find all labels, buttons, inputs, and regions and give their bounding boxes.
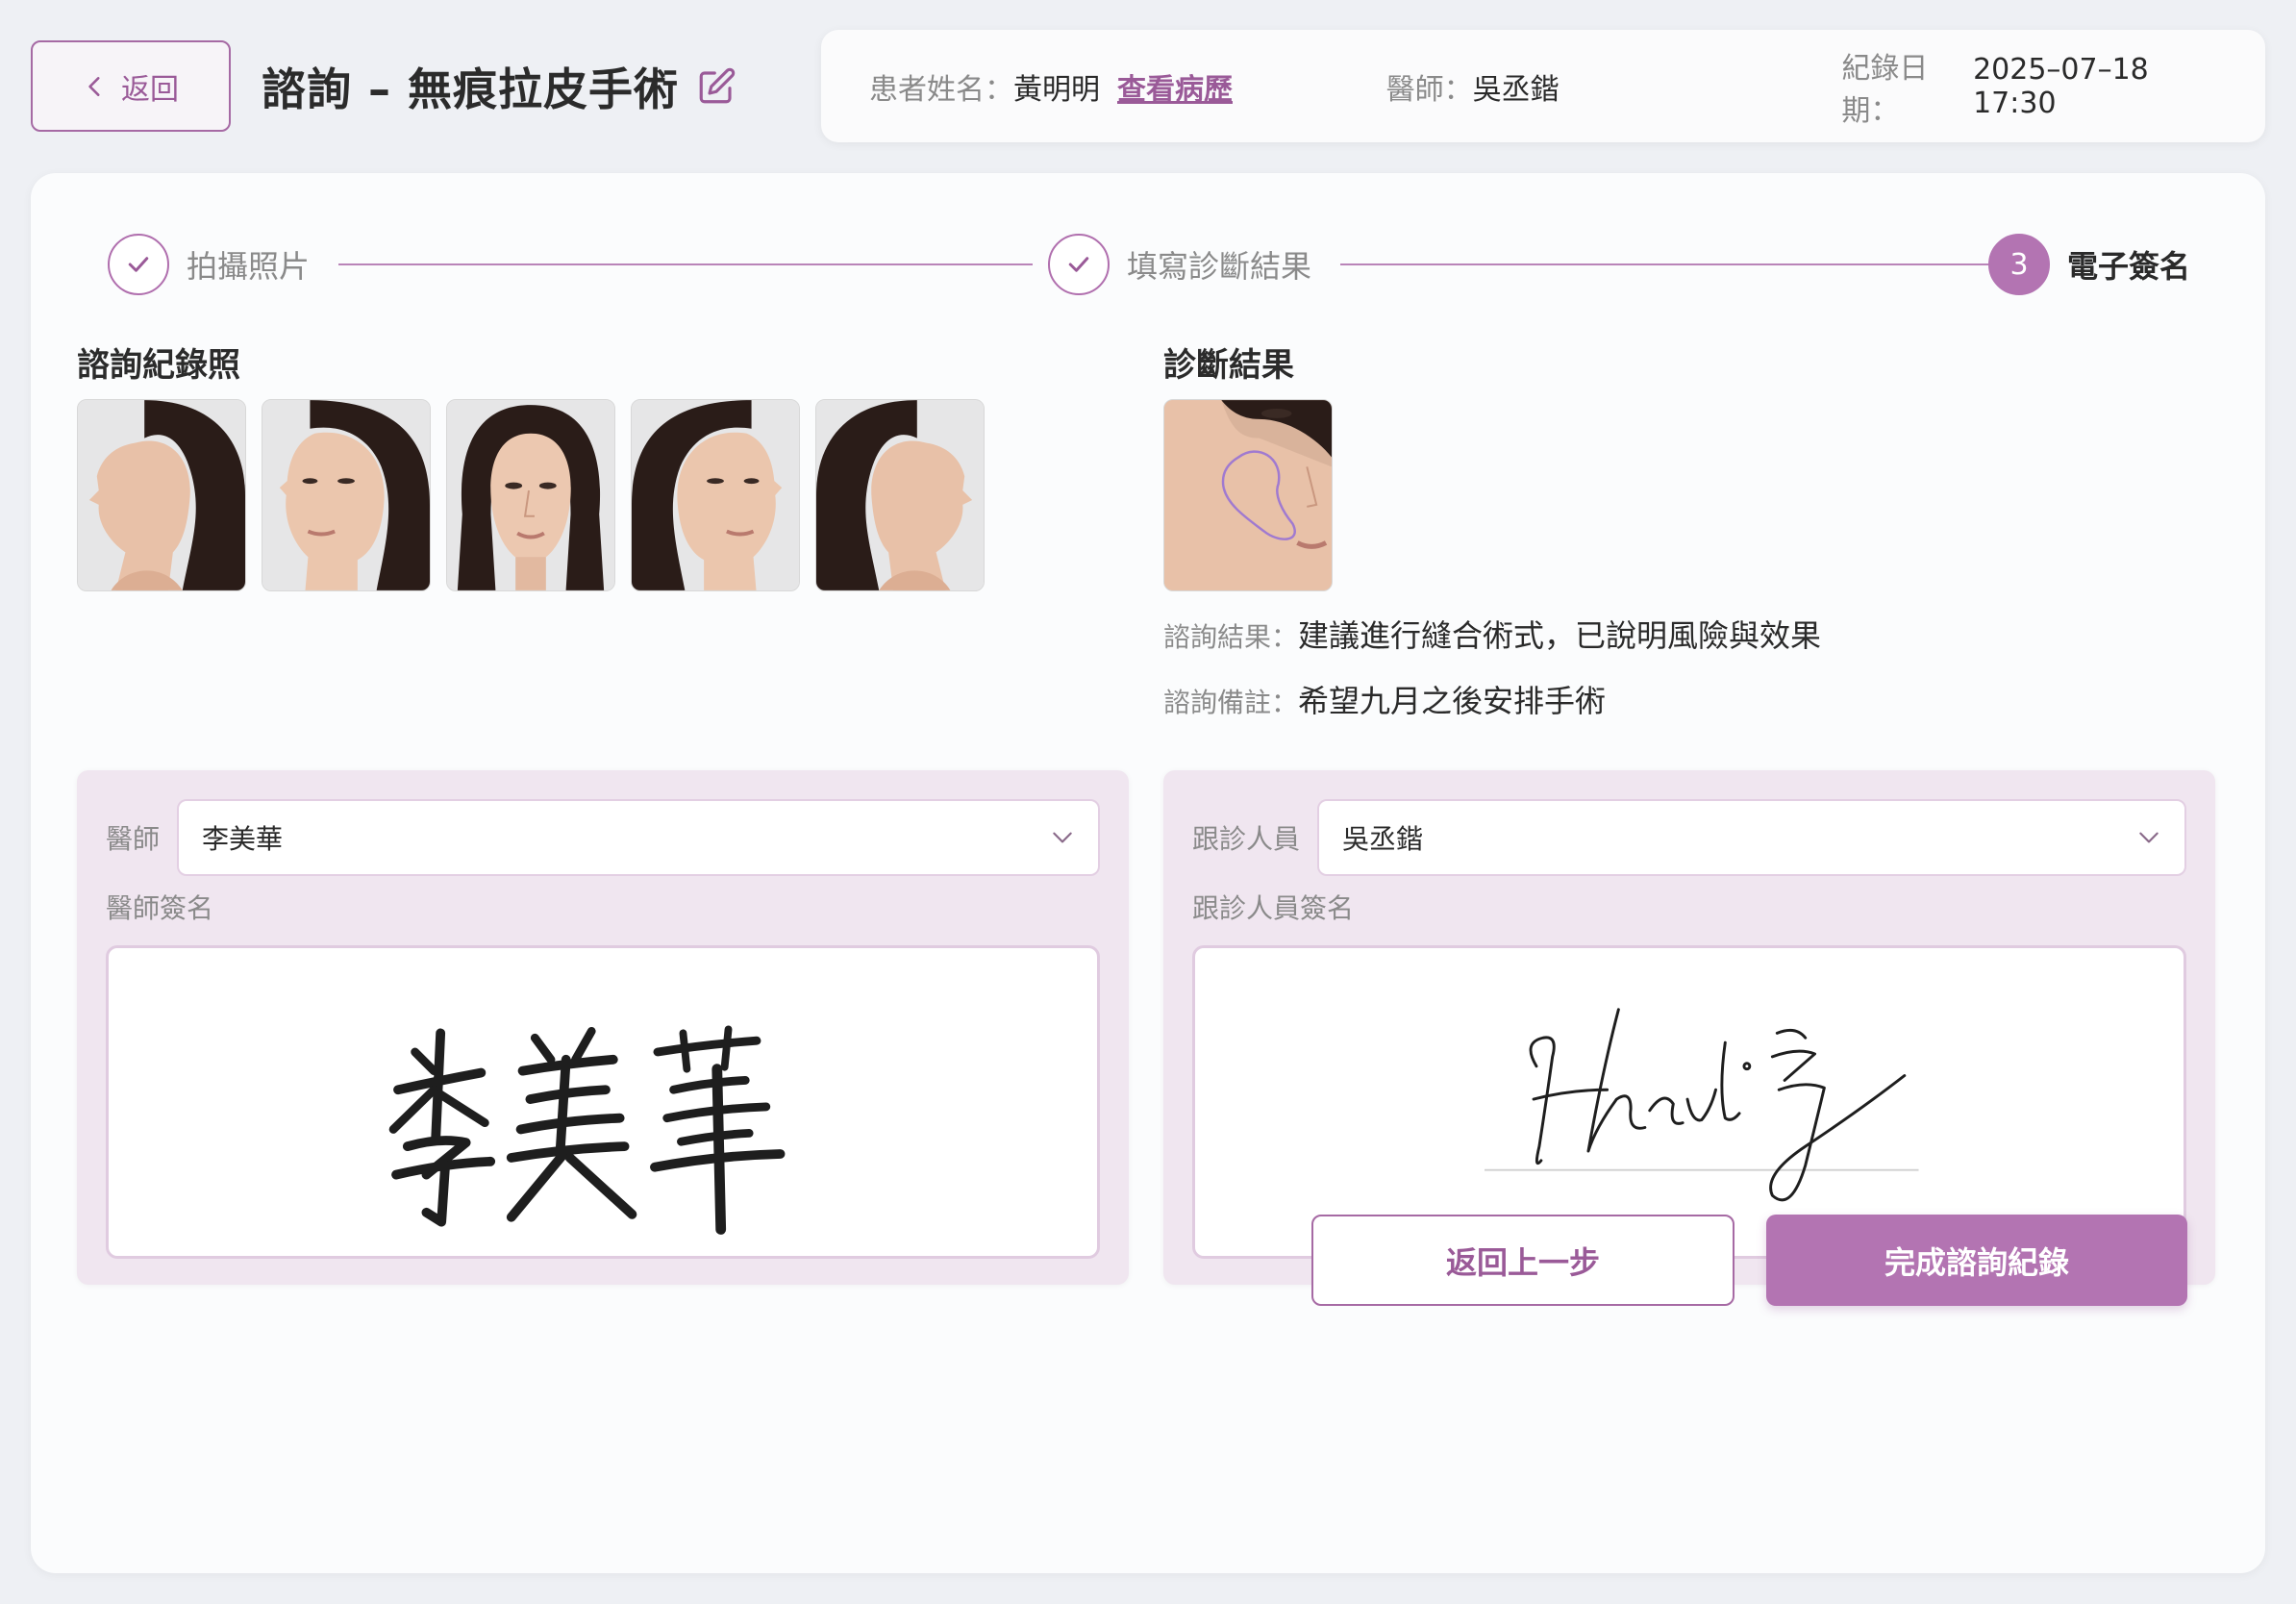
page-title: 諮詢 – 無痕拉皮手術 — [262, 56, 736, 117]
consultation-note: 諮詢備註： 希望九月之後安排手術 — [1163, 677, 1606, 721]
staff-signature-label: 跟診人員簽名 — [1192, 892, 1355, 924]
chevron-left-icon — [88, 76, 100, 96]
step-take-photos[interactable]: 拍攝照片 — [108, 233, 310, 296]
record-date-label: 紀錄日期： — [1841, 51, 1929, 128]
face-photo-image — [262, 400, 430, 590]
patient-name: 黃明明 — [1013, 72, 1100, 107]
view-history-link[interactable]: 查看病歷 — [1117, 65, 1233, 108]
finish-consultation-label: 完成諮詢紀錄 — [1884, 1243, 2069, 1281]
annotated-face-image — [1164, 400, 1332, 590]
chevron-down-icon — [1053, 832, 1072, 843]
diagnosis-photo[interactable] — [1163, 399, 1333, 591]
step-3-number: 3 — [2009, 247, 2029, 282]
step-3-circle: 3 — [1988, 234, 2050, 295]
step-3-label: 電子簽名 — [2067, 248, 2191, 285]
step-2-circle — [1048, 234, 1110, 295]
doctor-select-value: 李美華 — [202, 823, 284, 855]
consultation-result: 諮詢結果： 建議進行縫合術式，已說明風險與效果 — [1163, 612, 1821, 656]
step-1-label: 拍攝照片 — [187, 248, 311, 285]
previous-step-button[interactable]: 返回上一步 — [1311, 1215, 1734, 1306]
staff-signature-pad[interactable] — [1192, 945, 2186, 1259]
photo-right-profile[interactable] — [815, 399, 985, 591]
doctor-select[interactable]: 李美華 — [177, 799, 1101, 876]
doctor-signature-label: 醫師簽名 — [106, 892, 214, 924]
back-button-label: 返回 — [121, 72, 179, 107]
doctor-signature-panel: 醫師 李美華 醫師簽名 — [77, 770, 1129, 1285]
consultation-note-value: 希望九月之後安排手術 — [1298, 683, 1607, 719]
face-photo-image — [816, 400, 984, 590]
face-photo-image — [78, 400, 245, 590]
step-connector — [1340, 263, 2002, 265]
step-connector — [338, 263, 1033, 265]
photo-right-three-quarter[interactable] — [631, 399, 800, 591]
photo-left-three-quarter[interactable] — [262, 399, 431, 591]
staff-select-row: 跟診人員 吳丞鍇 — [1192, 799, 2187, 876]
photo-front[interactable] — [446, 399, 615, 591]
photo-left-profile[interactable] — [77, 399, 246, 591]
page-title-text: 諮詢 – 無痕拉皮手術 — [262, 63, 680, 115]
doctor-label: 醫師： — [1385, 72, 1473, 107]
step-1-circle — [108, 234, 169, 295]
previous-step-label: 返回上一步 — [1445, 1243, 1600, 1281]
doctor-info: 醫師： 吳丞鍇 — [1386, 65, 1842, 108]
record-date: 2025–07–18 17:30 — [1973, 52, 2149, 120]
doctor-signature-image — [388, 1025, 786, 1235]
check-icon — [128, 257, 149, 272]
check-icon — [1068, 257, 1089, 272]
staff-signature-panel: 跟診人員 吳丞鍇 跟診人員簽名 — [1163, 770, 2215, 1285]
main-card: 拍攝照片 填寫診斷結果 3 電子簽名 諮詢紀錄照 診斷結果 諮詢結果： 建議進行… — [31, 173, 2265, 1573]
patient-info: 患者姓名： 黃明明 查看病歷 — [869, 65, 1386, 108]
doctor-select-label: 醫師 — [106, 823, 161, 855]
face-photo-image — [447, 400, 614, 590]
finish-consultation-button[interactable]: 完成諮詢紀錄 — [1766, 1215, 2187, 1306]
doctor-signature-pad[interactable] — [106, 945, 1100, 1259]
staff-select[interactable]: 吳丞鍇 — [1317, 799, 2187, 876]
consultation-result-value: 建議進行縫合術式，已說明風險與效果 — [1298, 617, 1822, 654]
staff-signature-image — [1484, 1008, 1919, 1202]
step-fill-diagnosis[interactable]: 填寫診斷結果 — [1048, 233, 1311, 296]
staff-select-label: 跟診人員 — [1192, 823, 1301, 855]
staff-select-value: 吳丞鍇 — [1342, 823, 1424, 855]
chevron-down-icon — [2139, 832, 2159, 843]
photo-gallery — [77, 399, 985, 591]
consultation-result-label: 諮詢結果： — [1163, 621, 1299, 653]
photos-section-title: 諮詢紀錄照 — [77, 346, 240, 385]
patient-name-label: 患者姓名： — [869, 72, 1013, 107]
doctor-select-row: 醫師 李美華 — [106, 799, 1101, 876]
consultation-signature-page: 返回 諮詢 – 無痕拉皮手術 患者姓名： 黃明明 查看病歷 醫師： 吳丞鍇 紀錄… — [0, 0, 2296, 1604]
patient-info-bar: 患者姓名： 黃明明 查看病歷 醫師： 吳丞鍇 紀錄日期： 2025–07–18 … — [821, 30, 2265, 142]
diagnosis-section-title: 診斷結果 — [1163, 346, 1294, 385]
step-2-label: 填寫診斷結果 — [1127, 248, 1312, 285]
back-button[interactable]: 返回 — [31, 40, 231, 132]
doctor-name: 吳丞鍇 — [1472, 72, 1560, 107]
record-date-info: 紀錄日期： 2025–07–18 17:30 — [1841, 44, 2217, 129]
edit-icon[interactable] — [696, 66, 736, 107]
step-e-signature[interactable]: 3 電子簽名 — [1988, 233, 2190, 296]
face-photo-image — [632, 400, 799, 590]
consultation-note-label: 諮詢備註： — [1163, 687, 1299, 718]
